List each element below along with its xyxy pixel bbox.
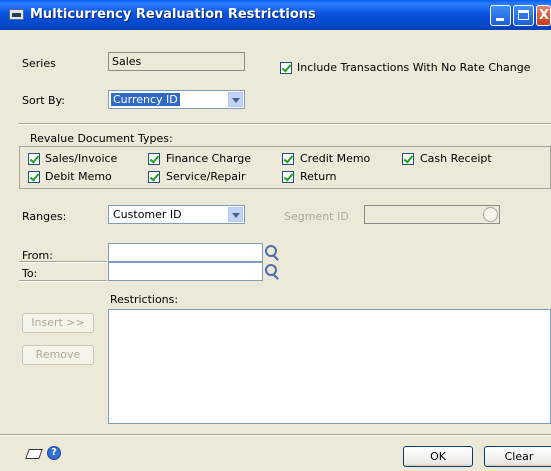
return-label: Return (300, 170, 337, 183)
footer-divider (0, 434, 551, 436)
include-no-rate-change-checkbox[interactable] (280, 62, 292, 74)
sort-by-label: Sort By: (22, 94, 66, 107)
series-label: Series (22, 57, 56, 70)
service-repair-label: Service/Repair (166, 170, 246, 183)
sales-invoice-checkbox[interactable] (28, 153, 40, 165)
restrictions-list[interactable] (108, 309, 551, 424)
chevron-down-icon[interactable] (228, 92, 243, 107)
note-icon[interactable] (25, 449, 43, 459)
clear-button[interactable]: Clear (484, 446, 551, 467)
divider (19, 261, 107, 263)
chevron-down-icon[interactable] (228, 207, 243, 222)
revalue-types-title: Revalue Document Types: (30, 132, 173, 145)
from-lookup-magnifier-icon[interactable] (265, 245, 277, 257)
divider (18, 123, 551, 125)
from-field[interactable] (108, 243, 263, 262)
to-label: To: (22, 267, 38, 280)
ranges-label: Ranges: (22, 210, 67, 223)
cash-receipt-label: Cash Receipt (420, 152, 492, 165)
to-field[interactable] (108, 262, 263, 281)
segment-id-label: Segment ID (284, 210, 349, 223)
title-bar: Multicurrency Revaluation Restrictions X (0, 0, 551, 30)
window-icon (9, 9, 24, 20)
debit-memo-label: Debit Memo (45, 170, 112, 183)
remove-button[interactable]: Remove (22, 345, 94, 365)
ranges-value: Customer ID (113, 208, 182, 221)
ok-button-label: OK (430, 450, 446, 463)
dialog-body: Series Sales Include Transactions With N… (0, 30, 551, 471)
to-lookup-magnifier-icon[interactable] (265, 264, 277, 276)
close-button[interactable]: X (536, 5, 551, 26)
segment-id-field (364, 205, 500, 224)
finance-charge-label: Finance Charge (166, 152, 252, 165)
insert-button-label: Insert >> (31, 316, 85, 329)
debit-memo-checkbox[interactable] (28, 171, 40, 183)
insert-button[interactable]: Insert >> (22, 313, 94, 333)
sort-by-value: Currency ID (111, 93, 180, 106)
credit-memo-checkbox[interactable] (282, 153, 294, 165)
series-value: Sales (112, 55, 142, 68)
finance-charge-checkbox[interactable] (148, 153, 160, 165)
service-repair-checkbox[interactable] (148, 171, 160, 183)
divider (19, 280, 107, 282)
sort-by-select[interactable]: Currency ID (108, 90, 245, 109)
restrictions-label: Restrictions: (110, 293, 179, 306)
remove-button-label: Remove (35, 348, 81, 361)
window-title: Multicurrency Revaluation Restrictions (30, 7, 316, 22)
ok-button[interactable]: OK (403, 446, 473, 467)
include-no-rate-change-label: Include Transactions With No Rate Change (297, 61, 531, 74)
series-field: Sales (108, 52, 245, 71)
help-icon[interactable]: ? (47, 446, 61, 460)
segment-lookup-icon (483, 207, 498, 222)
sales-invoice-label: Sales/Invoice (45, 152, 118, 165)
credit-memo-label: Credit Memo (300, 152, 371, 165)
ranges-select[interactable]: Customer ID (108, 205, 245, 224)
minimize-button[interactable] (490, 5, 511, 26)
return-checkbox[interactable] (282, 171, 294, 183)
maximize-button[interactable] (513, 5, 534, 26)
clear-button-label: Clear (504, 450, 534, 463)
cash-receipt-checkbox[interactable] (402, 153, 414, 165)
revalue-types-group: Sales/Invoice Finance Charge Credit Memo… (19, 146, 551, 189)
